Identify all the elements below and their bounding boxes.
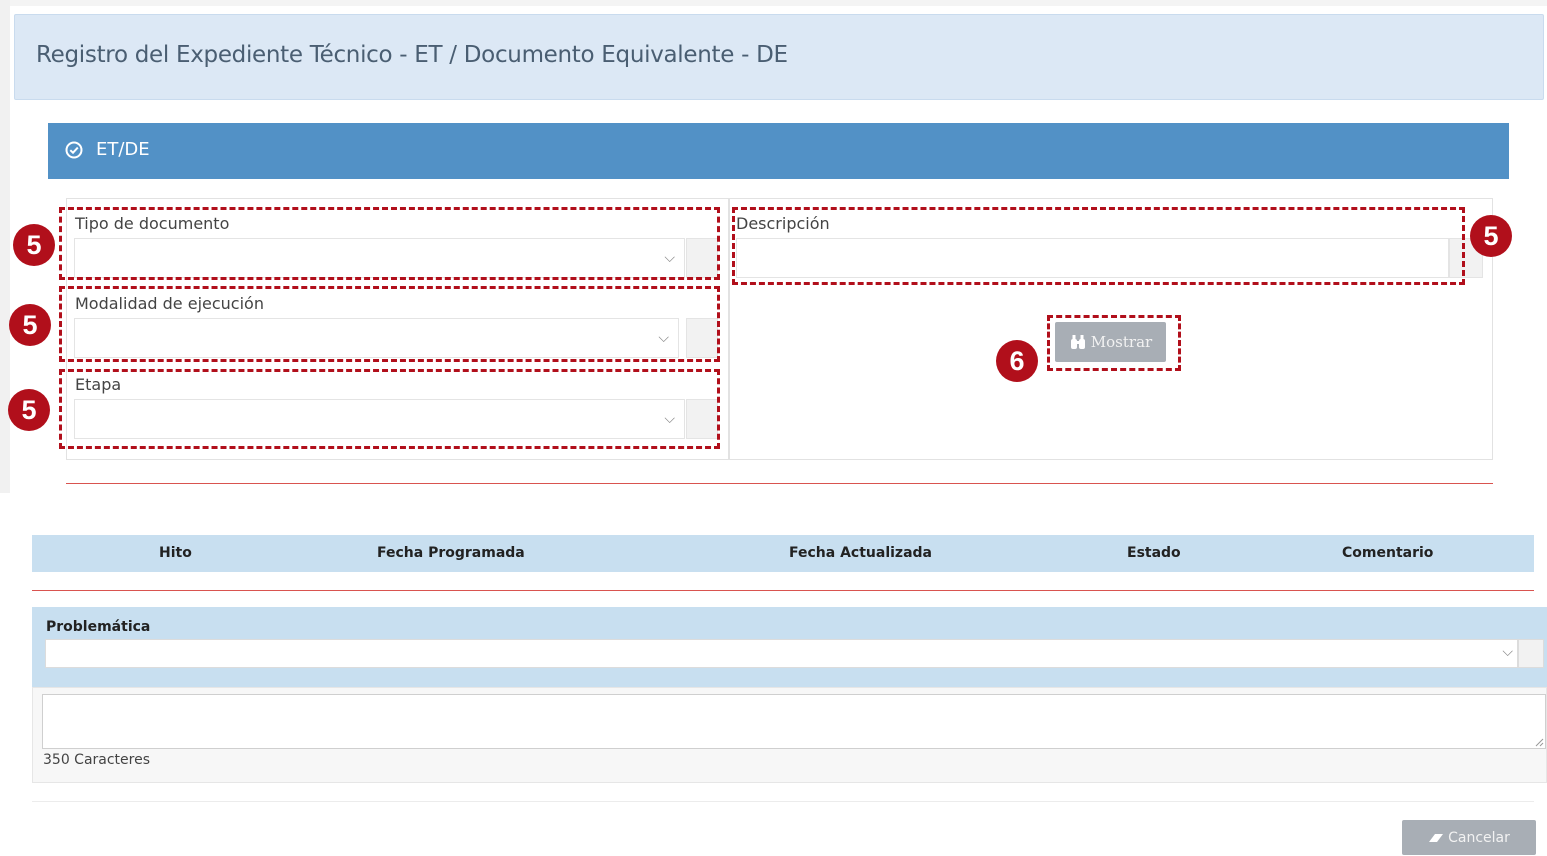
page-title: Registro del Expediente Técnico - ET / D… [36, 42, 788, 68]
section-bar[interactable] [48, 123, 1509, 179]
left-edge [0, 0, 10, 493]
column-header-hito: Hito [159, 545, 192, 561]
annotation-box-mostrar [1047, 315, 1181, 371]
cancel-label: Cancelar [1448, 829, 1510, 846]
problematica-side-button[interactable] [1518, 639, 1544, 668]
divider [32, 590, 1534, 591]
section-title: ET/DE [96, 139, 150, 160]
annotation-badge: 5 [9, 304, 51, 346]
problematica-textarea[interactable] [42, 694, 1546, 749]
annotation-badge: 5 [8, 389, 50, 431]
annotation-badge: 5 [13, 224, 55, 266]
divider [66, 483, 1493, 484]
column-header-fecha-programada: Fecha Programada [377, 545, 525, 561]
column-header-fecha-actualizada: Fecha Actualizada [789, 545, 932, 561]
table-header [32, 535, 1534, 572]
resize-handle-icon[interactable] [1535, 738, 1544, 747]
annotation-box-modalidad [59, 286, 720, 362]
annotation-badge: 6 [996, 340, 1038, 382]
chevron-down-icon: ⌵ [1502, 644, 1513, 660]
char-count: 350 Caracteres [43, 752, 151, 768]
annotation-box-etapa [59, 369, 720, 449]
divider [32, 801, 1534, 802]
top-edge [0, 0, 1547, 6]
annotation-badge: 5 [1470, 215, 1512, 257]
column-header-comentario: Comentario [1342, 545, 1434, 561]
eraser-icon [1429, 833, 1444, 842]
annotation-box-descripcion [732, 207, 1465, 285]
annotation-box-tipo-documento [59, 207, 720, 280]
problematica-label: Problemática [46, 619, 151, 635]
problematica-select[interactable]: ⌵ [45, 639, 1518, 668]
column-header-estado: Estado [1127, 545, 1181, 561]
check-circle-icon [65, 141, 83, 159]
cancel-button[interactable]: Cancelar [1402, 820, 1536, 855]
